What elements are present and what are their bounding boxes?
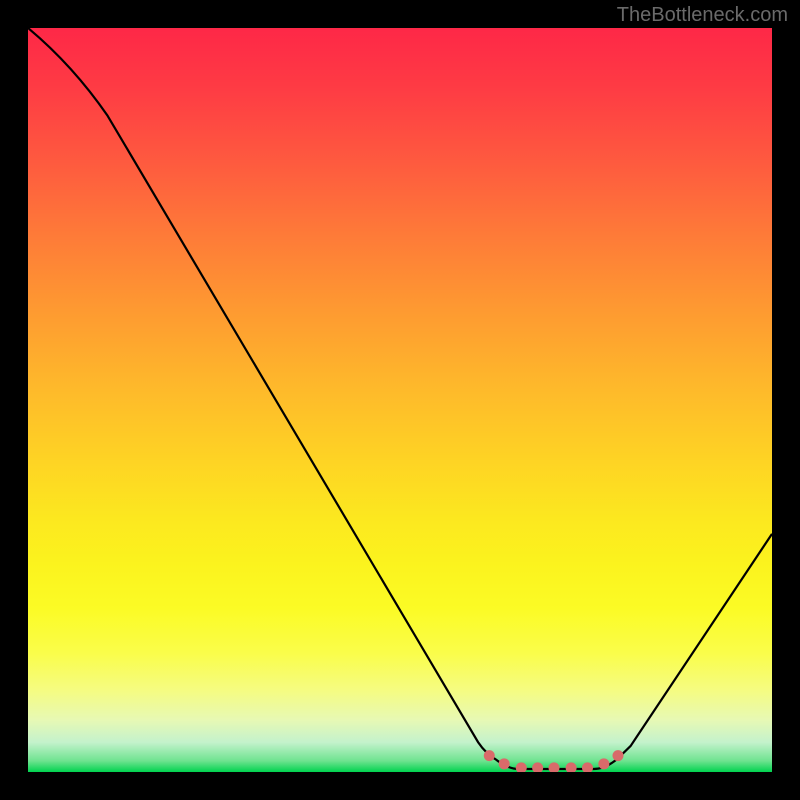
highlight-marker (566, 762, 577, 772)
highlight-marker (532, 762, 543, 772)
curve-line (28, 28, 772, 769)
highlight-marker (516, 762, 527, 772)
chart-plot-area (28, 28, 772, 772)
highlight-marker (549, 762, 560, 772)
highlight-markers (484, 750, 624, 772)
chart-svg (28, 28, 772, 772)
highlight-marker (582, 762, 593, 772)
highlight-marker (484, 750, 495, 761)
highlight-marker (499, 758, 510, 769)
highlight-marker (598, 758, 609, 769)
watermark-text: TheBottleneck.com (617, 4, 788, 27)
highlight-marker (612, 750, 623, 761)
